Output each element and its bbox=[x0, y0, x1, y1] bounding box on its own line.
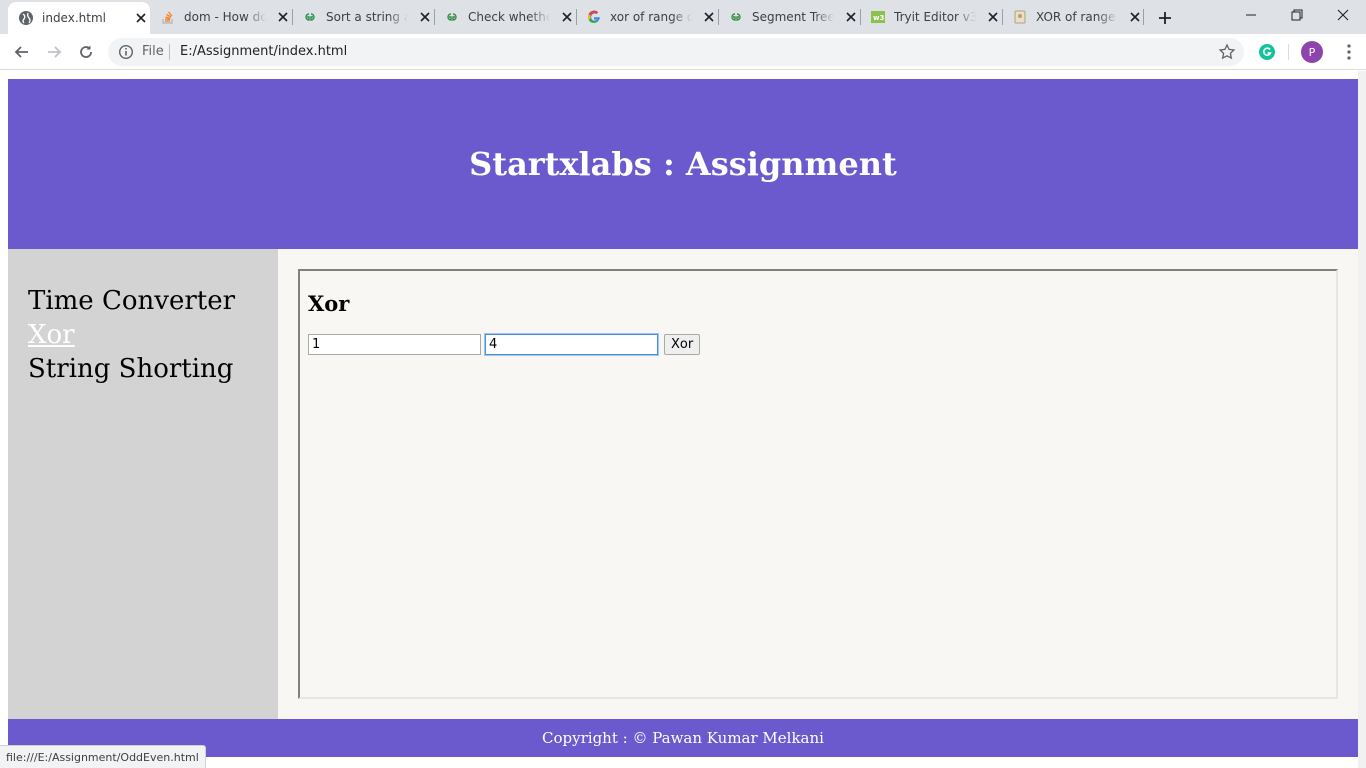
geeksforgeeks-icon bbox=[728, 9, 744, 25]
minimize-icon bbox=[1246, 14, 1256, 16]
close-icon[interactable] bbox=[132, 9, 150, 27]
second-number-input[interactable] bbox=[484, 333, 659, 356]
tab-sort-string[interactable]: Sort a string according bbox=[292, 0, 434, 34]
status-bar-url: file:///E:/Assignment/OddEven.html bbox=[0, 745, 206, 768]
new-tab-button[interactable] bbox=[1155, 8, 1175, 28]
arrow-right-icon bbox=[48, 46, 62, 58]
bookmark-star-icon[interactable] bbox=[1218, 43, 1236, 61]
tab-title: Tryit Editor v3.6 bbox=[894, 10, 977, 24]
generic-page-icon bbox=[1012, 9, 1028, 25]
svg-text:w3: w3 bbox=[873, 14, 884, 22]
xor-form: Xor bbox=[308, 333, 1328, 356]
profile-avatar[interactable]: P bbox=[1301, 41, 1323, 63]
scheme-label: File bbox=[142, 44, 164, 59]
main-content: Xor Xor bbox=[278, 249, 1358, 719]
stackoverflow-icon bbox=[160, 9, 176, 25]
restore-icon bbox=[1291, 9, 1303, 21]
close-icon[interactable] bbox=[274, 8, 292, 26]
close-icon[interactable] bbox=[700, 8, 718, 26]
minimize-button[interactable] bbox=[1228, 0, 1274, 30]
page-viewport: Startxlabs : Assignment Time Converter X… bbox=[0, 71, 1366, 768]
page-title: Startxlabs : Assignment bbox=[469, 145, 897, 183]
tab-separator bbox=[1143, 9, 1144, 25]
sidebar-item-string-shorting[interactable]: String Shorting bbox=[28, 352, 258, 386]
xor-panel: Xor Xor bbox=[298, 269, 1338, 699]
tab-google-search[interactable]: xor of range of bbox=[576, 0, 718, 34]
site-header: Startxlabs : Assignment bbox=[8, 79, 1358, 249]
more-vert-icon bbox=[1347, 44, 1351, 60]
close-icon[interactable] bbox=[558, 8, 576, 26]
copyright-text: Copyright : © Pawan Kumar Melkani bbox=[542, 729, 824, 747]
plus-icon bbox=[1159, 12, 1171, 24]
tab-segment-tree[interactable]: Segment Tree | bbox=[718, 0, 860, 34]
forward-button[interactable] bbox=[44, 42, 64, 62]
reload-button[interactable] bbox=[76, 42, 96, 62]
tab-xor-range[interactable]: XOR of range | bbox=[1002, 0, 1144, 34]
page-scrollbar[interactable] bbox=[1358, 71, 1366, 768]
more-menu-button[interactable] bbox=[1340, 42, 1358, 62]
address-bar[interactable]: File E:/Assignment/index.html bbox=[108, 38, 1244, 66]
omnibox-divider bbox=[169, 44, 170, 60]
tab-title: XOR of range | bbox=[1036, 10, 1119, 24]
sidebar-item-xor[interactable]: Xor bbox=[28, 318, 258, 352]
globe-icon bbox=[18, 10, 34, 26]
back-button[interactable] bbox=[12, 42, 32, 62]
site-footer: Copyright : © Pawan Kumar Melkani bbox=[8, 719, 1358, 757]
tab-index-html[interactable]: index.html bbox=[8, 2, 150, 34]
browser-toolbar: File E:/Assignment/index.html bbox=[0, 34, 1366, 70]
first-number-input[interactable] bbox=[308, 334, 481, 355]
tab-check-whether[interactable]: Check whether bbox=[434, 0, 576, 34]
tab-title: index.html bbox=[42, 11, 106, 25]
geeksforgeeks-icon bbox=[444, 9, 460, 25]
close-icon[interactable] bbox=[842, 8, 860, 26]
window-close-button[interactable] bbox=[1320, 0, 1366, 30]
tab-stackoverflow[interactable]: dom - How do I bbox=[150, 0, 292, 34]
google-icon bbox=[586, 9, 602, 25]
close-icon[interactable] bbox=[984, 8, 1002, 26]
close-icon[interactable] bbox=[1126, 8, 1144, 26]
tab-title: dom - How do I bbox=[184, 10, 267, 24]
close-icon bbox=[1337, 9, 1349, 21]
tab-tryit-editor[interactable]: w3 Tryit Editor v3.6 bbox=[860, 0, 1002, 34]
info-icon[interactable] bbox=[118, 44, 134, 60]
grammarly-extension-icon[interactable] bbox=[1258, 43, 1276, 61]
sidebar-item-time-converter[interactable]: Time Converter bbox=[28, 284, 258, 318]
geeksforgeeks-icon bbox=[302, 9, 318, 25]
w3schools-icon: w3 bbox=[870, 9, 886, 25]
url-text[interactable]: E:/Assignment/index.html bbox=[180, 44, 347, 59]
restore-button[interactable] bbox=[1274, 0, 1320, 30]
tab-strip: index.html dom - How do I Sort a string … bbox=[0, 0, 1366, 34]
arrow-left-icon bbox=[14, 46, 28, 58]
close-icon[interactable] bbox=[416, 8, 434, 26]
tab-title: xor of range of bbox=[610, 10, 693, 24]
reload-icon bbox=[80, 45, 92, 58]
toolbar-divider bbox=[1288, 44, 1289, 60]
xor-button[interactable]: Xor bbox=[664, 334, 701, 355]
section-heading: Xor bbox=[308, 291, 350, 316]
tab-title: Check whether bbox=[468, 10, 551, 24]
sidebar: Time Converter Xor String Shorting bbox=[8, 249, 278, 719]
tab-title: Sort a string according bbox=[326, 10, 409, 24]
tab-title: Segment Tree | bbox=[752, 10, 835, 24]
